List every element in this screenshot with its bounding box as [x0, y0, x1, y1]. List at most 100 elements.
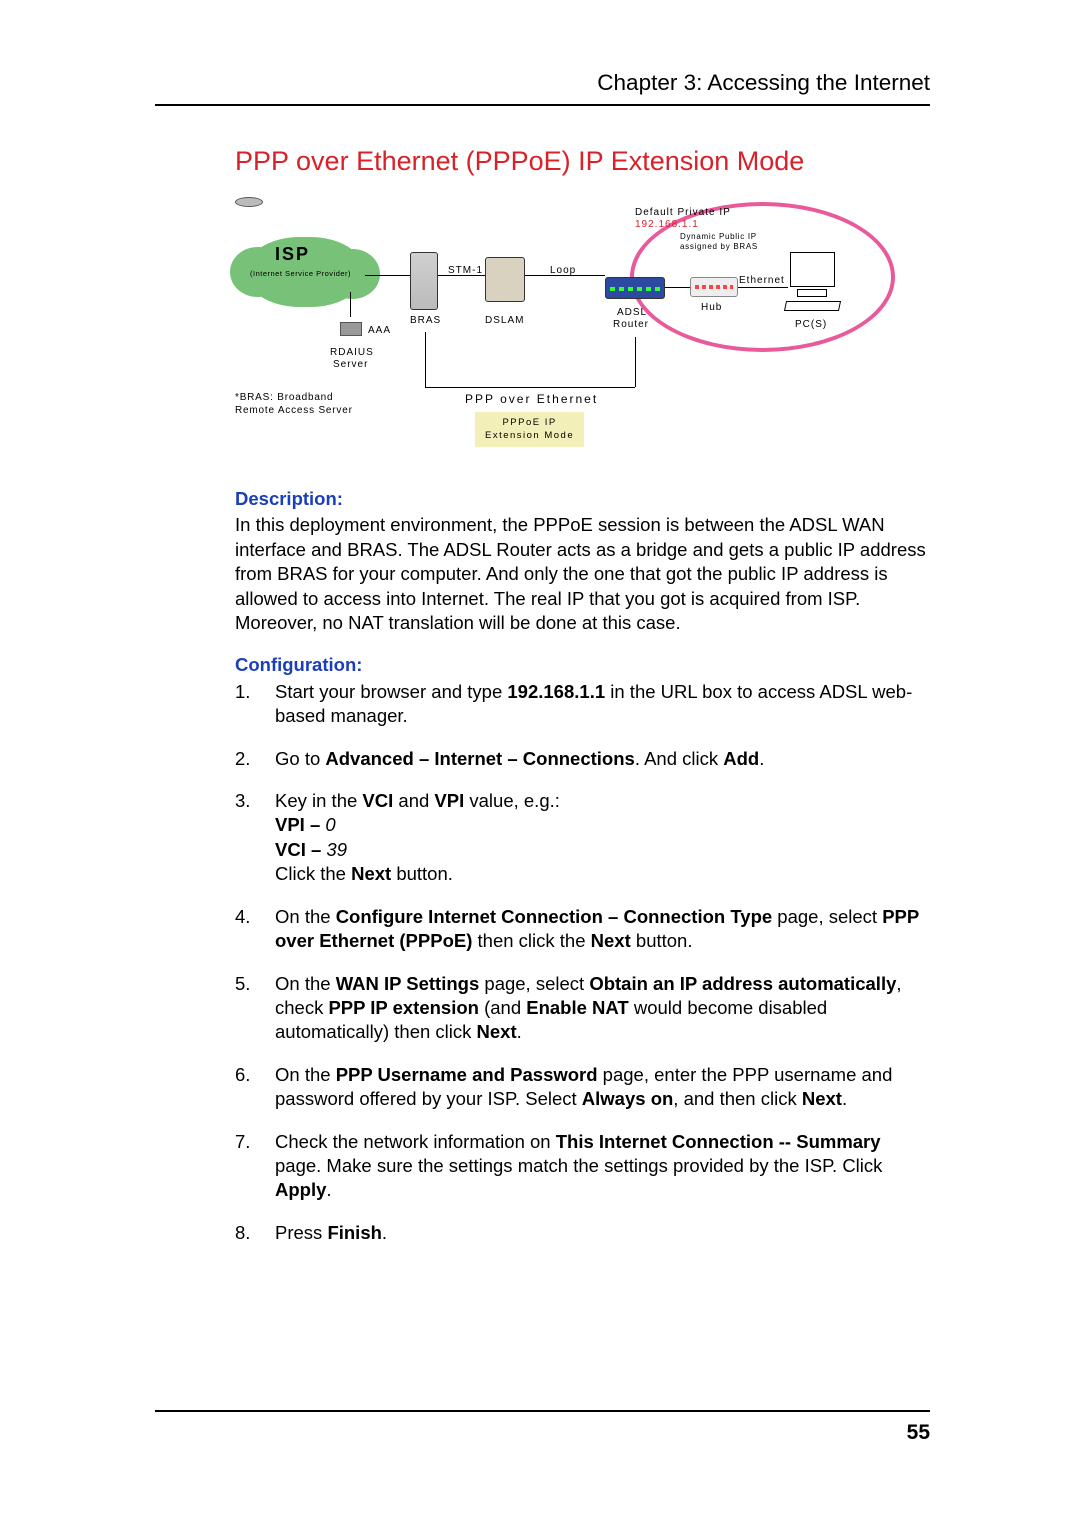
t: (and	[479, 997, 526, 1018]
t: On the	[275, 906, 336, 927]
adsl-label-l1: ADSL	[617, 307, 647, 318]
wire	[665, 287, 690, 288]
enable-nat-bold: Enable NAT	[526, 997, 628, 1018]
t: and	[393, 790, 434, 811]
ip-bold: 192.168.1.1	[507, 681, 605, 702]
add-bold: Add	[723, 748, 759, 769]
step-2: Go to Advanced – Internet – Connections.…	[235, 747, 930, 789]
bras-note-l2: Remote Access Server	[235, 405, 353, 416]
pc-monitor	[790, 252, 835, 287]
t: , and then click	[673, 1088, 802, 1109]
vci-label-bold: VCI –	[275, 839, 326, 860]
adsl-label-l2: Router	[613, 319, 649, 330]
pppoe-box-l2: Extension Mode	[485, 430, 574, 441]
t: Key in the	[275, 790, 362, 811]
t: Press	[275, 1222, 327, 1243]
vpi-value-italic: 0	[325, 814, 335, 835]
t: .	[326, 1179, 331, 1200]
loop-label: Loop	[550, 265, 576, 276]
t: page, select	[772, 906, 882, 927]
summary-bold: This Internet Connection -- Summary	[556, 1131, 881, 1152]
t: On the	[275, 1064, 336, 1085]
isp-label: ISP	[275, 244, 310, 265]
ethernet-label: Ethernet	[739, 275, 785, 286]
step-5: On the WAN IP Settings page, select Obta…	[235, 972, 930, 1063]
configuration-heading: Configuration:	[235, 653, 930, 677]
step-6: On the PPP Username and Password page, e…	[235, 1063, 930, 1130]
t: .	[517, 1021, 522, 1042]
hub-label: Hub	[701, 302, 722, 313]
chapter-header: Chapter 3: Accessing the Internet	[155, 70, 930, 96]
step-8: Press Finish.	[235, 1221, 930, 1263]
step-4: On the Configure Internet Connection – C…	[235, 905, 930, 972]
configuration-steps: Start your browser and type 192.168.1.1 …	[235, 680, 930, 1263]
default-ip-label: Default Private IP	[635, 207, 731, 218]
network-diagram: ISP (Internet Service Provider) STM-1 Lo…	[235, 197, 915, 457]
isp-sublabel: (Internet Service Provider)	[250, 269, 351, 278]
bras-note-l1: *BRAS: Broadband	[235, 392, 333, 403]
section-title: PPP over Ethernet (PPPoE) IP Extension M…	[235, 146, 930, 177]
t: .	[842, 1088, 847, 1109]
ppp-over-ethernet-label: PPP over Ethernet	[465, 392, 598, 406]
bras-device	[410, 252, 438, 310]
dynamic-ip-l2: assigned by BRAS	[680, 242, 758, 251]
stm-label: STM-1	[448, 265, 483, 276]
t: Go to	[275, 748, 325, 769]
dslam-device	[485, 257, 525, 302]
pc-base	[797, 289, 827, 297]
step-3: Key in the VCI and VPI value, e.g.: VPI …	[235, 789, 930, 905]
step-7: Check the network information on This In…	[235, 1130, 930, 1221]
t: .	[759, 748, 764, 769]
aaa-label: AAA	[368, 325, 391, 336]
connection-type-bold: Configure Internet Connection – Connecti…	[336, 906, 772, 927]
vpi-label-bold: VPI –	[275, 814, 325, 835]
bracket	[425, 387, 635, 389]
apply-bold: Apply	[275, 1179, 326, 1200]
aaa-server-top	[235, 197, 263, 207]
next-bold: Next	[591, 930, 631, 951]
t: . And click	[635, 748, 723, 769]
t: page. Make sure the settings match the s…	[275, 1155, 882, 1176]
description-text: In this deployment environment, the PPPo…	[235, 513, 930, 635]
always-on-bold: Always on	[582, 1088, 674, 1109]
description-heading: Description:	[235, 487, 930, 511]
next-bold: Next	[477, 1021, 517, 1042]
footer-rule	[155, 1410, 930, 1412]
pppoe-box-l1: PPPoE IP	[502, 417, 556, 428]
default-ip-value: 192.168.1.1	[635, 219, 699, 230]
wan-ip-bold: WAN IP Settings	[336, 973, 480, 994]
vpi-bold: VPI	[434, 790, 464, 811]
vci-bold: VCI	[362, 790, 393, 811]
radius-l2: Server	[333, 359, 368, 370]
dynamic-ip-l1: Dynamic Public IP	[680, 232, 757, 241]
t: button.	[391, 863, 453, 884]
ppp-cred-bold: PPP Username and Password	[336, 1064, 598, 1085]
pc-label: PC(S)	[795, 319, 827, 330]
finish-bold: Finish	[327, 1222, 381, 1243]
ppp-ip-ext-bold: PPP IP extension	[328, 997, 478, 1018]
hub-leds	[695, 285, 733, 289]
page-number: 55	[907, 1421, 930, 1445]
bras-label: BRAS	[410, 315, 441, 326]
menu-path-bold: Advanced – Internet – Connections	[325, 748, 634, 769]
obtain-ip-bold: Obtain an IP address automatically	[589, 973, 896, 994]
next-bold: Next	[802, 1088, 842, 1109]
next-bold: Next	[351, 863, 391, 884]
radius-l1: RDAIUS	[330, 347, 374, 358]
t: page, select	[479, 973, 589, 994]
aaa-server	[340, 322, 362, 336]
t: value, e.g.:	[464, 790, 560, 811]
t: then click the	[472, 930, 590, 951]
t: .	[382, 1222, 387, 1243]
header-rule	[155, 104, 930, 106]
t: On the	[275, 973, 336, 994]
t: button.	[631, 930, 693, 951]
t: Start your browser and type	[275, 681, 507, 702]
dslam-label: DSLAM	[485, 315, 524, 326]
bracket	[425, 332, 427, 387]
wire	[350, 292, 351, 317]
wire	[365, 275, 410, 276]
vci-value-italic: 39	[326, 839, 347, 860]
t: Click the	[275, 863, 351, 884]
t: Check the network information on	[275, 1131, 556, 1152]
